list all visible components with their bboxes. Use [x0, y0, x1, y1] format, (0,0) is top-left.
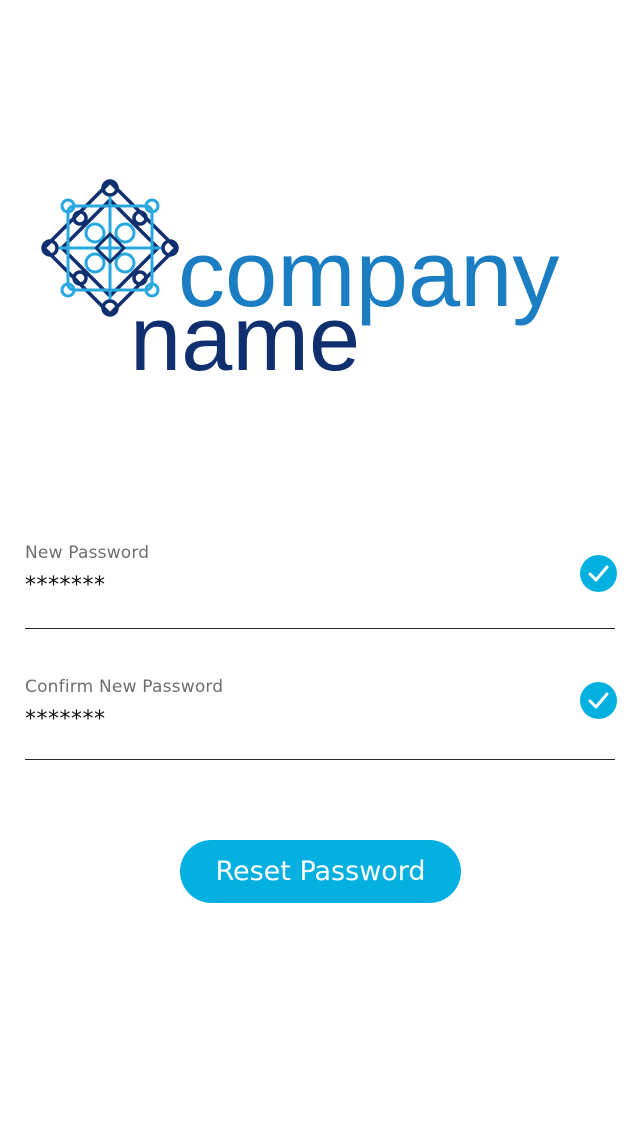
logo-graphic: company name: [41, 179, 559, 378]
confirm-password-input[interactable]: *******: [25, 709, 106, 731]
reset-password-button[interactable]: Reset Password: [180, 840, 461, 903]
new-password-label: New Password: [25, 543, 150, 563]
new-password-field[interactable]: New Password *******: [25, 543, 617, 629]
check-circle-icon: [580, 682, 617, 719]
confirm-password-label: Confirm New Password: [25, 677, 224, 697]
new-password-input[interactable]: *******: [25, 575, 106, 597]
new-password-underline: [25, 628, 615, 629]
check-circle-icon: [580, 555, 617, 592]
company-logo: company name: [40, 178, 600, 378]
confirm-password-underline: [25, 759, 615, 760]
logo-word-name: name: [130, 288, 360, 378]
confirm-password-field[interactable]: Confirm New Password *******: [25, 677, 617, 760]
